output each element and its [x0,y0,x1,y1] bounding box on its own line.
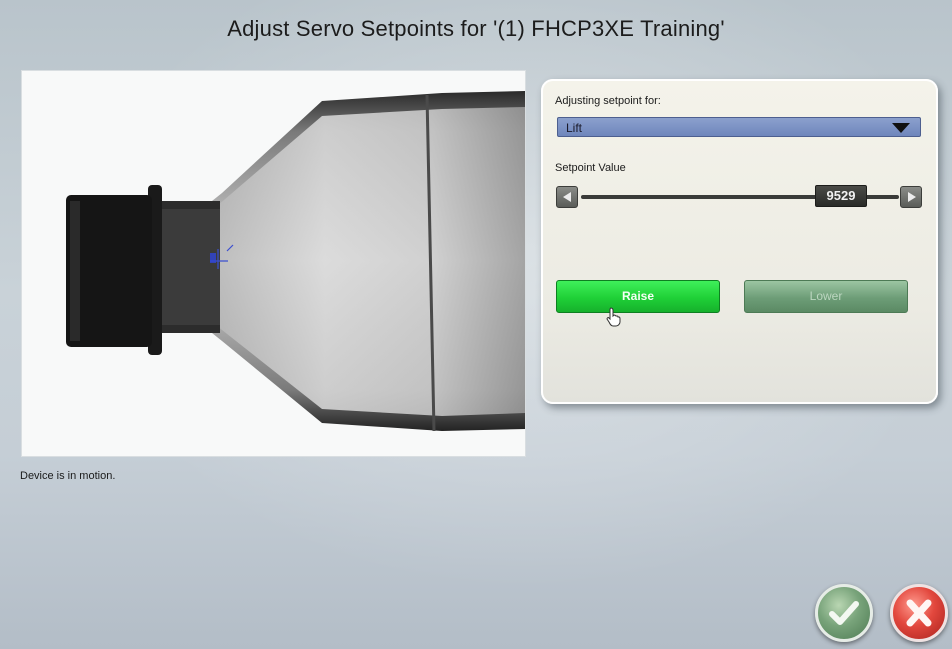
x-icon [906,599,932,627]
setpoint-slider-thumb[interactable]: 9529 [815,185,867,207]
caret-down-icon [892,123,910,133]
chevron-left-icon [563,192,571,202]
checkmark-icon [829,601,859,625]
hand-pointer-icon [606,307,621,327]
servo-select-dropdown[interactable]: Lift [557,117,921,137]
ok-button[interactable] [815,584,873,642]
cancel-button[interactable] [890,584,948,642]
setpoint-value-label: Setpoint Value [555,162,626,174]
increment-button[interactable] [900,186,922,208]
lower-button[interactable]: Lower [744,280,908,313]
chevron-right-icon [908,192,916,202]
setpoint-panel: Adjusting setpoint for: Lift Setpoint Va… [541,79,938,404]
page-title: Adjust Servo Setpoints for '(1) FHCP3XE … [227,16,725,41]
raise-button[interactable]: Raise [556,280,720,313]
camera-image-view [22,71,525,456]
adjusting-setpoint-label: Adjusting setpoint for: [555,95,661,107]
motion-status-text: Device is in motion. [20,470,116,482]
decrement-button[interactable] [556,186,578,208]
selected-servo-value: Lift [566,121,583,135]
bottle-camera-image [22,71,525,456]
